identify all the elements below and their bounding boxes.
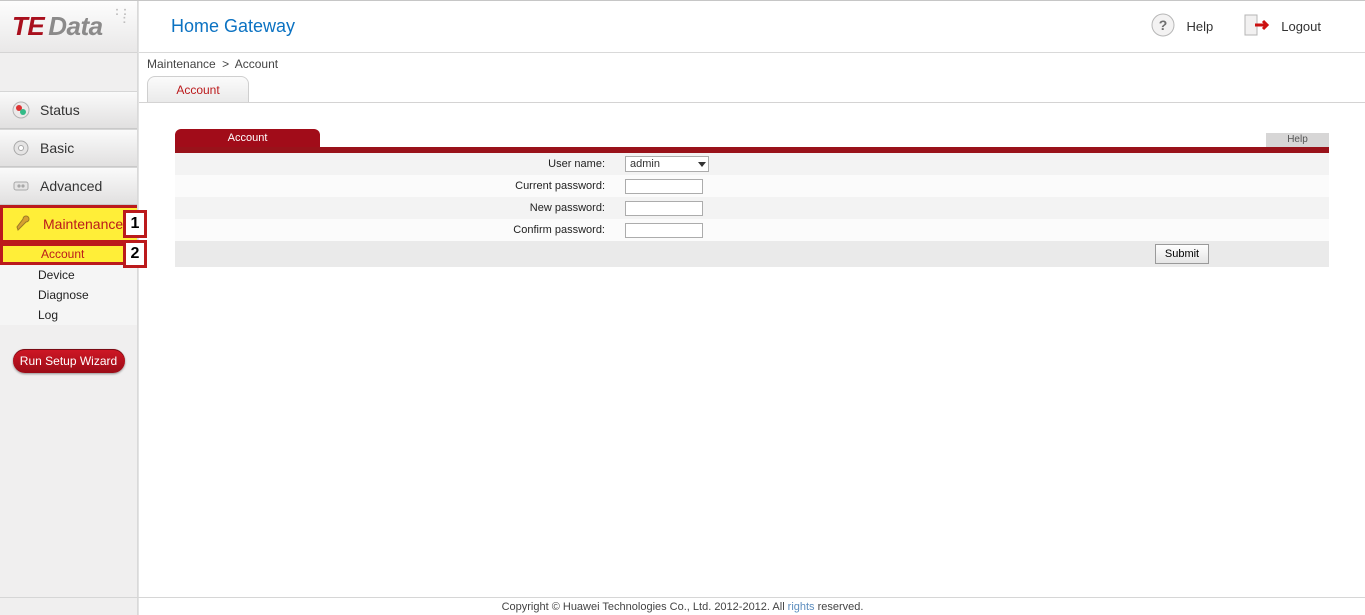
sidebar: TE Data :: : Status Basic Advan [0, 1, 138, 615]
sub-item-label: Log [38, 305, 58, 325]
logo-part1: TE [12, 11, 44, 42]
section-tab-account: Account [175, 129, 320, 147]
nav-item-advanced[interactable]: Advanced [0, 167, 137, 205]
svg-text:?: ? [1159, 17, 1168, 33]
confirm-password-label: Confirm password: [175, 219, 615, 241]
subtab-account[interactable]: Account [147, 76, 249, 102]
account-form: User name: admin Current password: New p… [175, 153, 1329, 241]
sub-item-label: Diagnose [38, 285, 89, 305]
breadcrumb: Maintenance > Account [139, 53, 1365, 73]
new-password-field[interactable] [625, 201, 703, 216]
sub-item-diagnose[interactable]: Diagnose [0, 285, 137, 305]
nav: Status Basic Advanced Maintena [0, 53, 137, 325]
logout-label: Logout [1281, 19, 1321, 34]
row-new-password: New password: [175, 197, 1329, 219]
logout-button[interactable]: Logout [1243, 12, 1321, 41]
chevron-down-icon [698, 162, 706, 167]
current-password-label: Current password: [175, 175, 615, 197]
row-confirm-password: Confirm password: [175, 219, 1329, 241]
header-actions: ? Help Logout [1150, 12, 1321, 41]
subnav: Account 2 Device Diagnose Log [0, 243, 137, 325]
sub-item-log[interactable]: Log [0, 305, 137, 325]
nav-item-basic[interactable]: Basic [0, 129, 137, 167]
section-tabs: Account Help [175, 127, 1329, 147]
status-icon [10, 99, 32, 121]
content: Account Help User name: admin Current [139, 103, 1365, 273]
sub-item-device[interactable]: Device [0, 265, 137, 285]
header: Home Gateway ? Help Logout [139, 1, 1365, 53]
main: Home Gateway ? Help Logout Maintenance [138, 1, 1365, 615]
breadcrumb-sep: > [222, 57, 229, 71]
row-current-password: Current password: [175, 175, 1329, 197]
wrench-icon [13, 213, 35, 235]
subtab-row: Account [139, 73, 1365, 103]
help-icon: ? [1150, 12, 1176, 41]
logo-part2: Data [48, 11, 102, 42]
page-title: Home Gateway [171, 16, 295, 37]
submit-row: Submit [175, 241, 1329, 267]
current-password-field[interactable] [625, 179, 703, 194]
nav-label: Status [40, 102, 80, 118]
breadcrumb-b: Account [235, 57, 278, 71]
username-label: User name: [175, 153, 615, 175]
new-password-label: New password: [175, 197, 615, 219]
nav-label: Basic [40, 140, 74, 156]
sub-item-account[interactable]: Account [0, 243, 137, 265]
annotation-step-2: 2 [123, 240, 147, 268]
help-button[interactable]: ? Help [1150, 12, 1213, 41]
footer: Copyright © Huawei Technologies Co., Ltd… [0, 597, 1365, 615]
section-help-label: Help [1287, 134, 1308, 145]
help-label: Help [1186, 19, 1213, 34]
footer-pre: Copyright © Huawei Technologies Co., Ltd… [502, 601, 785, 613]
username-value: admin [630, 158, 660, 170]
footer-post: reserved. [818, 601, 864, 613]
annotation-step-1: 1 [123, 210, 147, 238]
logo: TE Data :: : [0, 1, 137, 53]
submit-label: Submit [1165, 248, 1199, 260]
nav-item-status[interactable]: Status [0, 91, 137, 129]
confirm-password-field[interactable] [625, 223, 703, 238]
subtab-label: Account [176, 83, 219, 97]
logout-icon [1243, 12, 1271, 41]
logo-dots: :: : [115, 7, 131, 23]
breadcrumb-a: Maintenance [147, 57, 216, 71]
row-username: User name: admin [175, 153, 1329, 175]
sub-item-label: Device [38, 265, 75, 285]
wizard-label: Run Setup Wizard [20, 354, 117, 368]
gear-icon [10, 137, 32, 159]
submit-button[interactable]: Submit [1155, 244, 1209, 264]
section-help-button[interactable]: Help [1266, 133, 1329, 147]
footer-rights: rights [788, 601, 815, 613]
username-select[interactable]: admin [625, 156, 709, 172]
section-tab-label: Account [228, 132, 268, 144]
run-setup-wizard-button[interactable]: Run Setup Wizard [13, 349, 125, 373]
advanced-icon [10, 175, 32, 197]
sub-item-label: Account [41, 246, 84, 262]
nav-label: Advanced [40, 178, 102, 194]
nav-label: Maintenance [43, 216, 123, 232]
nav-item-maintenance[interactable]: Maintenance [0, 205, 137, 243]
